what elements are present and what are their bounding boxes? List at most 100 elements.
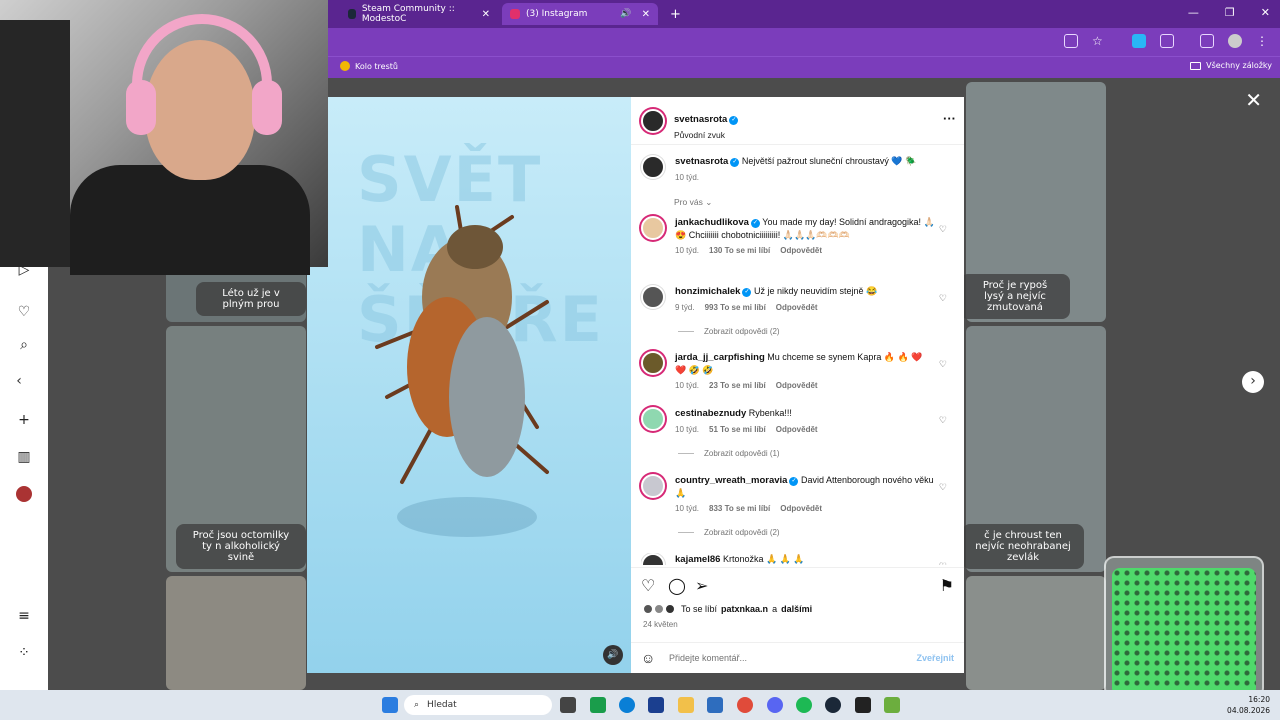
new-tab-button[interactable]: + [662, 3, 689, 25]
extension-icon[interactable] [1132, 34, 1146, 48]
author-avatar[interactable] [641, 109, 665, 133]
author-username[interactable]: svetnasrota [674, 114, 727, 125]
comment-filter-dropdown[interactable]: Pro vás ⌄ [674, 197, 712, 208]
liked-by-others[interactable]: dalšími [781, 604, 812, 614]
close-icon[interactable]: ✕ [482, 9, 490, 20]
emoji-icon[interactable]: ☺ [641, 650, 655, 666]
tab-instagram[interactable]: (3) Instagram 🔊 ✕ [502, 3, 658, 25]
create-icon[interactable]: + [16, 412, 32, 428]
commenter-username[interactable]: kajamel86 [675, 554, 720, 565]
task-view-icon[interactable] [560, 697, 576, 713]
show-replies-label: Zobrazit odpovědi (2) [704, 327, 780, 336]
show-replies-button[interactable]: Zobrazit odpovědi (1) [678, 449, 780, 458]
liked-by-user[interactable]: patxnkaa.n [721, 604, 768, 614]
like-comment-icon[interactable]: ♡ [939, 482, 947, 493]
grid-card[interactable] [166, 576, 306, 690]
all-bookmarks[interactable]: Všechny záložky [1190, 61, 1272, 70]
spotify-icon[interactable] [796, 697, 812, 713]
outlook-icon[interactable] [707, 697, 723, 713]
apps-icon[interactable]: ⁘ [16, 645, 32, 661]
media-icon[interactable] [1200, 34, 1214, 48]
comment-likes[interactable]: 51 To se mi líbí [709, 424, 766, 436]
dashboard-icon[interactable]: ▥ [16, 449, 32, 465]
comment-icon[interactable]: ◯ [668, 576, 686, 596]
commenter-avatar[interactable] [641, 407, 665, 431]
author-username[interactable]: svetnasrota [675, 156, 728, 167]
comment-likes[interactable]: 130 To se mi líbí [709, 245, 770, 257]
like-comment-icon[interactable]: ♡ [939, 224, 947, 235]
star-icon[interactable]: ☆ [1092, 34, 1106, 48]
reply-button[interactable]: Odpovědět [780, 245, 822, 257]
like-comment-icon[interactable]: ♡ [939, 359, 947, 370]
menu-icon[interactable]: ⋮ [1256, 34, 1270, 48]
commenter-avatar[interactable] [641, 285, 665, 309]
minecraft-icon[interactable] [884, 697, 900, 713]
divider [678, 453, 694, 454]
speaker-icon[interactable]: 🔊 [603, 645, 623, 665]
share-icon[interactable]: ➢ [695, 576, 708, 596]
windows-start-icon[interactable] [382, 697, 398, 713]
search-icon[interactable]: ⌕ [16, 337, 32, 353]
like-comment-icon[interactable]: ♡ [939, 293, 947, 304]
comment-likes[interactable]: 833 To se mi líbí [709, 503, 770, 515]
store-icon[interactable] [648, 697, 664, 713]
chrome-icon[interactable] [737, 697, 753, 713]
commenter-username[interactable]: jankachudlikova [675, 217, 749, 228]
puzzle-icon[interactable] [1160, 34, 1174, 48]
more-options-icon[interactable]: ··· [943, 111, 956, 126]
reply-button[interactable]: Odpovědět [776, 424, 818, 436]
reply-button[interactable]: Odpovědět [780, 503, 822, 515]
reply-button[interactable]: Odpovědět [776, 302, 818, 314]
like-comment-icon[interactable]: ♡ [939, 561, 947, 565]
bookmark-kolo-trestu[interactable]: Kolo trestů [340, 61, 398, 71]
folder-icon[interactable] [678, 697, 694, 713]
comment-time: 9 týd. [675, 303, 695, 312]
next-post-button[interactable]: › [1242, 371, 1264, 393]
minimize-icon[interactable]: — [1188, 6, 1199, 19]
app-icon[interactable] [855, 697, 871, 713]
taskbar-search[interactable]: ⌕ Hledat [404, 695, 552, 715]
reply-button[interactable]: Odpovědět [776, 380, 818, 392]
commenter-username[interactable]: country_wreath_moravia [675, 475, 787, 486]
tab-steam[interactable]: Steam Community :: ModestoC ✕ [340, 3, 498, 25]
comment-input[interactable]: Přidejte komentář... [669, 653, 747, 663]
post-media[interactable]: SVĚT NA ŠŇŮŘE 🔊 [307, 97, 631, 673]
commenter-avatar[interactable] [641, 474, 665, 498]
clock-time: 16:20 [1248, 695, 1270, 704]
maximize-icon[interactable]: ❐ [1225, 6, 1235, 19]
grid-caption: Proč je rypoš lysý a nejvíc zmutovaná [960, 274, 1070, 319]
author-avatar[interactable] [641, 155, 665, 179]
speaker-icon[interactable]: 🔊 [620, 9, 631, 19]
close-window-icon[interactable]: ✕ [1261, 6, 1270, 19]
comment-likes[interactable]: 23 To se mi líbí [709, 380, 766, 392]
more-menu-icon[interactable]: ≡ [16, 608, 32, 624]
install-icon[interactable] [1064, 34, 1078, 48]
discord-icon[interactable] [767, 697, 783, 713]
commenter-avatar[interactable] [641, 351, 665, 375]
show-replies-button[interactable]: Zobrazit odpovědi (2) [678, 528, 780, 537]
commenter-username[interactable]: honzimichalek [675, 286, 740, 297]
post-comment-button[interactable]: Zveřejnit [916, 653, 954, 663]
commenter-avatar[interactable] [641, 553, 665, 565]
audio-label[interactable]: Původní zvuk [674, 130, 738, 140]
like-icon[interactable]: ♡ [641, 576, 655, 596]
profile-avatar[interactable] [16, 486, 32, 502]
system-clock[interactable]: 16:20 04.08.2026 [1227, 694, 1270, 716]
like-comment-icon[interactable]: ♡ [939, 415, 947, 426]
previous-post-button[interactable]: ‹ [8, 371, 30, 393]
close-icon[interactable]: ✕ [642, 9, 650, 20]
app-icon[interactable] [590, 697, 606, 713]
commenter-avatar[interactable] [641, 216, 665, 240]
edge-icon[interactable] [619, 697, 635, 713]
bookmark-icon[interactable]: ⚑ [940, 576, 954, 596]
commenter-username[interactable]: jarda_jj_carpfishing [675, 352, 765, 363]
avatar[interactable] [1228, 34, 1242, 48]
grid-card[interactable] [966, 576, 1106, 690]
close-modal-button[interactable]: ✕ [1245, 88, 1262, 112]
comment-likes[interactable]: 993 To se mi líbí [705, 302, 766, 314]
show-replies-button[interactable]: Zobrazit odpovědi (2) [678, 327, 780, 336]
notifications-icon[interactable]: ♡ [16, 304, 32, 320]
commenter-username[interactable]: cestinabeznudy [675, 408, 746, 419]
steam-icon[interactable] [825, 697, 841, 713]
caption-text: Největší pažrout sluneční chroustavý 💙 🪲 [741, 156, 917, 166]
